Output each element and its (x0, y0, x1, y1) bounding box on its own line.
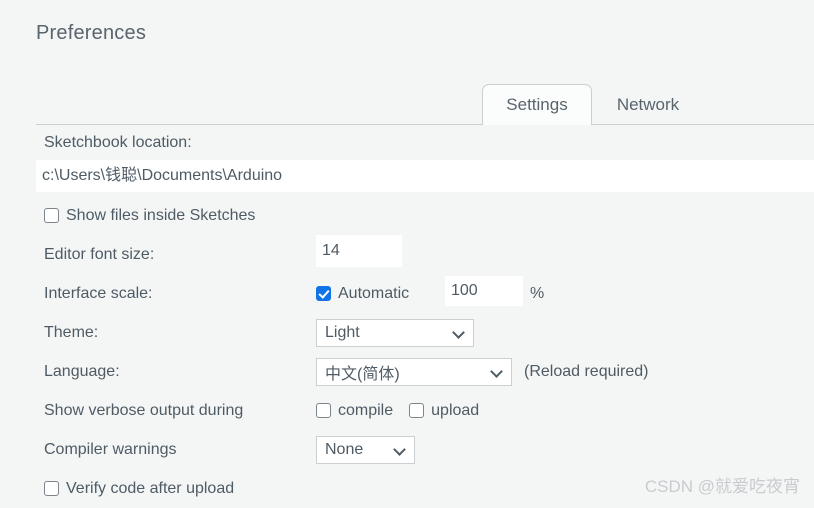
editor-font-size-input[interactable] (316, 235, 402, 267)
language-label: Language: (44, 362, 120, 380)
verbose-output-options: compile upload (316, 402, 479, 420)
sketchbook-location-input[interactable] (36, 160, 814, 192)
interface-scale-automatic-checkbox[interactable]: Automatic (316, 285, 409, 303)
row-compiler-warnings: Compiler warnings None (0, 430, 814, 469)
row-language: Language: 中文(简体) (Reload required) (0, 352, 814, 391)
row-interface-scale: Interface scale: Automatic % (0, 274, 814, 313)
tab-settings-label: Settings (506, 95, 568, 114)
verbose-upload-label: upload (431, 401, 480, 419)
page-title: Preferences (36, 22, 147, 44)
verbose-output-label: Show verbose output during (44, 401, 244, 419)
chevron-down-icon (453, 326, 466, 339)
verbose-compile-label: compile (338, 401, 394, 419)
checkbox-box-icon (44, 208, 59, 223)
chevron-down-icon (491, 365, 504, 378)
row-editor-font-size: Editor font size: (0, 235, 814, 274)
tab-network[interactable]: Network (592, 84, 704, 125)
tab-settings[interactable]: Settings (482, 84, 592, 125)
tab-strip: Settings Network (0, 84, 814, 126)
checkbox-checked-icon (316, 286, 331, 301)
language-select[interactable]: 中文(简体) (316, 357, 512, 386)
theme-label: Theme: (44, 323, 99, 341)
show-files-inside-sketches-checkbox[interactable]: Show files inside Sketches (44, 207, 255, 225)
theme-select[interactable]: Light (316, 318, 474, 347)
csdn-watermark: CSDN @就爱吃夜宵 (644, 477, 800, 496)
settings-form: Sketchbook location: Show files inside S… (0, 126, 814, 508)
verify-code-label: Verify code after upload (66, 479, 235, 497)
show-files-inside-sketches-label: Show files inside Sketches (66, 206, 256, 224)
checkbox-box-icon (316, 403, 331, 418)
checkbox-box-icon (44, 481, 59, 496)
interface-scale-unit: % (530, 284, 545, 302)
row-sketchbook-label: Sketchbook location: (0, 126, 814, 160)
sketchbook-location-label: Sketchbook location: (44, 134, 192, 151)
row-sketchbook-input (0, 160, 814, 196)
row-theme: Theme: Light (0, 313, 814, 352)
verbose-compile-checkbox[interactable]: compile (316, 402, 393, 420)
theme-select-value: Light (325, 323, 360, 341)
interface-scale-label: Interface scale: (44, 284, 153, 302)
checkbox-box-icon (409, 403, 425, 418)
row-show-files-inside-sketches: Show files inside Sketches (0, 196, 814, 235)
interface-scale-input[interactable] (445, 276, 523, 306)
row-verbose-output: Show verbose output during compile uploa… (0, 391, 814, 430)
compiler-warnings-select-value: None (325, 440, 364, 458)
tab-network-label: Network (616, 94, 680, 114)
language-select-value: 中文(简体) (325, 365, 400, 383)
language-reload-note: (Reload required) (524, 362, 649, 380)
language-field-group: 中文(简体) (Reload required) (316, 357, 649, 386)
verify-code-checkbox[interactable]: Verify code after upload (44, 480, 234, 498)
tab-strip-baseline-left (36, 124, 482, 125)
editor-font-size-label: Editor font size: (44, 245, 155, 263)
verbose-upload-checkbox[interactable]: upload (409, 402, 479, 420)
compiler-warnings-label: Compiler warnings (44, 440, 177, 458)
chevron-down-icon (394, 443, 407, 456)
interface-scale-automatic-label: Automatic (338, 284, 410, 302)
compiler-warnings-select[interactable]: None (316, 435, 415, 464)
